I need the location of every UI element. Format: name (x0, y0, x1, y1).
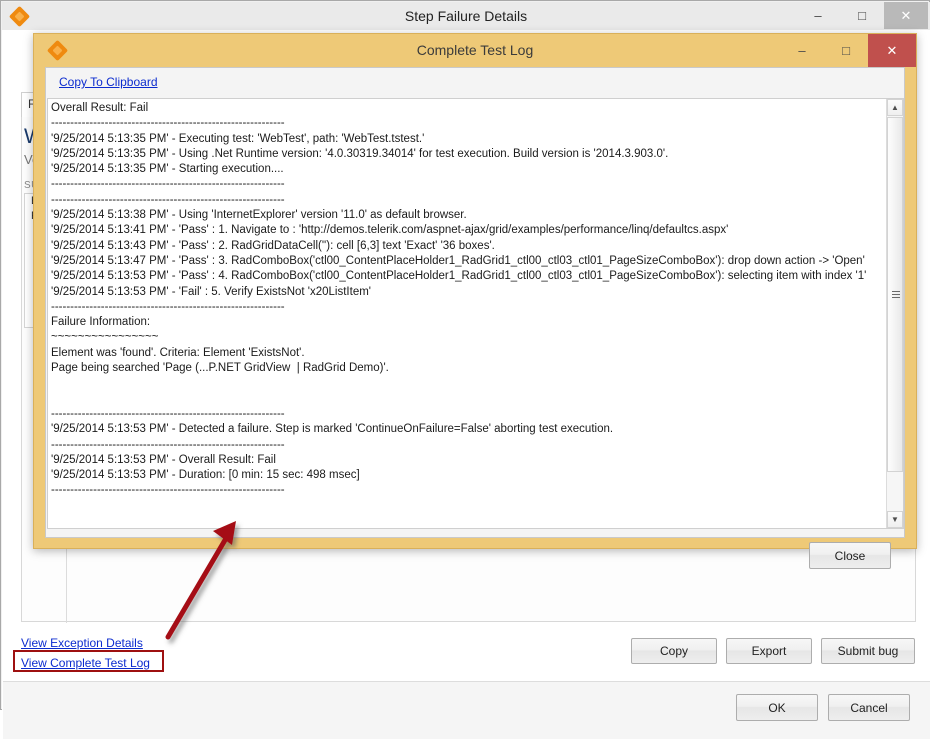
export-button[interactable]: Export (726, 638, 812, 664)
scrollbar-grip-icon (892, 290, 900, 299)
minimize-button[interactable]: – (780, 34, 824, 67)
maximize-button[interactable]: □ (824, 34, 868, 67)
scroll-up-arrow-icon[interactable]: ▲ (887, 99, 903, 116)
inner-titlebar: Complete Test Log – □ ✕ (34, 34, 916, 67)
minimize-button[interactable]: – (796, 2, 840, 29)
log-toolbar: Copy To Clipboard (46, 68, 904, 98)
view-exception-details-link[interactable]: View Exception Details (21, 636, 143, 650)
copy-to-clipboard-link[interactable]: Copy To Clipboard (59, 75, 158, 89)
outer-window-controls: – □ ✕ (796, 2, 928, 29)
scroll-down-arrow-icon[interactable]: ▼ (887, 511, 903, 528)
close-button[interactable]: ✕ (884, 2, 928, 29)
complete-test-log-dialog: Complete Test Log – □ ✕ Copy To Clipboar… (33, 33, 917, 569)
scrollbar-thumb[interactable] (887, 117, 903, 472)
close-log-button[interactable]: Close (809, 542, 891, 569)
submit-bug-button[interactable]: Submit bug (821, 638, 915, 664)
log-content: Overall Result: Fail -------------------… (51, 102, 867, 497)
inner-window-controls: – □ ✕ (780, 34, 916, 67)
outer-titlebar: Step Failure Details (2, 2, 930, 30)
log-text-area[interactable]: Overall Result: Fail -------------------… (47, 98, 904, 529)
ok-button[interactable]: OK (736, 694, 818, 721)
copy-button[interactable]: Copy (631, 638, 717, 664)
cancel-button[interactable]: Cancel (828, 694, 910, 721)
outer-window-title: Step Failure Details (404, 8, 528, 24)
maximize-button[interactable]: □ (840, 2, 884, 29)
view-complete-test-log-link[interactable]: View Complete Test Log (21, 656, 150, 670)
close-button[interactable]: ✕ (868, 34, 916, 67)
log-vertical-scrollbar[interactable]: ▲ ▼ (886, 99, 903, 528)
inner-dialog-body: Copy To Clipboard Overall Result: Fail -… (45, 67, 905, 538)
